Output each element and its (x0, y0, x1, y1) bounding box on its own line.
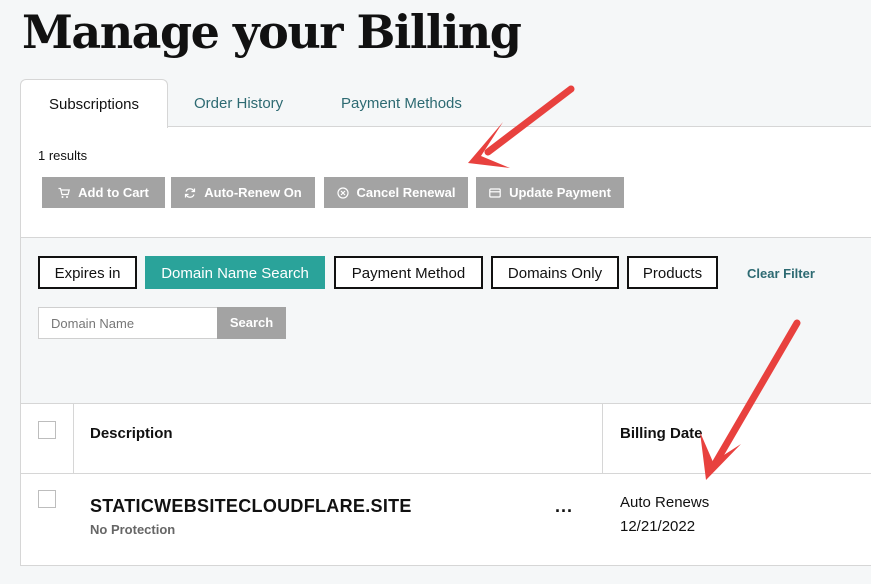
column-divider (73, 404, 74, 473)
protection-status: No Protection (90, 522, 176, 537)
column-header-description: Description (90, 425, 173, 442)
refresh-icon (185, 187, 196, 198)
select-all-checkbox[interactable] (38, 421, 56, 439)
tab-bar: Subscriptions Order History Payment Meth… (20, 79, 871, 128)
cart-icon (58, 187, 71, 198)
billing-date: 12/21/2022 (620, 518, 696, 535)
more-options-button[interactable]: ... (555, 496, 573, 517)
auto-renew-label: Auto-Renew On (204, 185, 302, 200)
column-divider (602, 404, 603, 473)
clear-filter-link[interactable]: Clear Filter (747, 266, 815, 281)
filter-products[interactable]: Products (627, 256, 718, 289)
results-count: 1 results (38, 148, 88, 163)
cancel-renewal-button[interactable]: Cancel Renewal (324, 177, 468, 208)
tab-payment-methods[interactable]: Payment Methods (341, 79, 462, 127)
search-button[interactable]: Search (217, 307, 286, 339)
subscriptions-table: Description Billing Date STATICWEBSITECL… (20, 403, 871, 566)
filter-panel: Expires in Domain Name Search Payment Me… (20, 238, 871, 404)
filter-payment-method[interactable]: Payment Method (334, 256, 483, 289)
filter-domain-name-search[interactable]: Domain Name Search (145, 256, 325, 289)
filter-domains-only[interactable]: Domains Only (491, 256, 619, 289)
domain-name[interactable]: STATICWEBSITECLOUDFLARE.SITE (90, 496, 412, 517)
row-checkbox[interactable] (38, 490, 56, 508)
add-to-cart-button[interactable]: Add to Cart (42, 177, 165, 208)
auto-renew-button[interactable]: Auto-Renew On (171, 177, 315, 208)
domain-search-input[interactable] (38, 307, 218, 339)
update-payment-button[interactable]: Update Payment (476, 177, 624, 208)
cancel-circle-icon (336, 186, 349, 199)
cancel-renewal-label: Cancel Renewal (356, 185, 456, 200)
column-header-billing-date: Billing Date (620, 425, 703, 442)
actions-panel: 1 results Add to Cart Auto-Renew On Canc… (20, 126, 871, 238)
add-to-cart-label: Add to Cart (78, 185, 149, 200)
tab-subscriptions[interactable]: Subscriptions (20, 79, 168, 128)
tab-order-history[interactable]: Order History (194, 79, 283, 127)
update-payment-label: Update Payment (509, 185, 611, 200)
page-title: Manage your Billing (22, 5, 522, 59)
card-icon (489, 187, 501, 198)
renew-status: Auto Renews (620, 494, 710, 511)
filter-expires-in[interactable]: Expires in (38, 256, 137, 289)
